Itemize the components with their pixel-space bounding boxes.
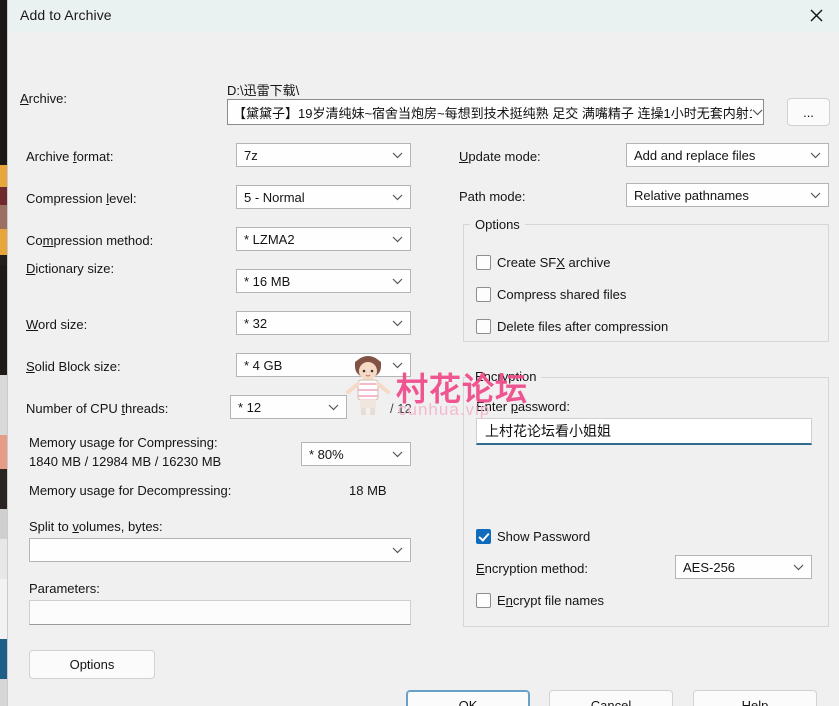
cpu-threads-label: Number of CPU threads: xyxy=(26,401,169,416)
parameters-input[interactable] xyxy=(29,600,411,625)
compress-shared-files-label: Compress shared files xyxy=(497,287,627,302)
compression-level-select[interactable]: 5 - Normal xyxy=(236,185,411,209)
dialog-body: Archive: D:\迅雷下载\ 【黛黛子】19岁清纯妹~宿舍当炮房~每想到技… xyxy=(8,32,839,706)
memory-compress-label: Memory usage for Compressing: xyxy=(29,435,218,450)
cancel-button[interactable]: Cancel xyxy=(549,690,673,706)
compression-level-label: Compression level: xyxy=(26,191,137,206)
memory-compress-value: 1840 MB / 12984 MB / 16230 MB xyxy=(29,454,222,469)
word-size-value: * 32 xyxy=(244,315,268,331)
memory-decompress-value: 18 MB xyxy=(349,483,387,498)
split-volumes-combo[interactable] xyxy=(29,538,411,562)
chevron-down-icon xyxy=(785,564,811,571)
ok-button-label: OK xyxy=(458,697,478,706)
path-mode-value: Relative pathnames xyxy=(634,187,749,203)
enter-password-label: Enter password: xyxy=(476,399,570,414)
checkbox-box xyxy=(476,287,491,302)
solid-block-size-select[interactable]: * 4 GB xyxy=(236,353,411,377)
show-password-label: Show Password xyxy=(497,529,591,544)
checkbox-box xyxy=(476,255,491,270)
encryption-group xyxy=(463,377,829,627)
window-title: Add to Archive xyxy=(20,7,112,23)
options-group-title: Options xyxy=(470,217,525,232)
chevron-down-icon xyxy=(384,320,410,327)
word-size-select[interactable]: * 32 xyxy=(236,311,411,335)
options-button[interactable]: Options xyxy=(29,650,155,679)
cpu-threads-select[interactable]: * 12 xyxy=(230,395,347,419)
checkbox-box xyxy=(476,319,491,334)
encryption-method-value: AES-256 xyxy=(683,559,736,575)
browse-button[interactable]: ... xyxy=(787,98,830,126)
archive-format-value: 7z xyxy=(244,147,258,163)
options-button-label: Options xyxy=(69,657,115,672)
help-button-label: Help xyxy=(741,697,769,706)
path-mode-label: Path mode: xyxy=(459,189,526,204)
memory-decompress-label: Memory usage for Decompressing: xyxy=(29,483,232,498)
checkbox-box xyxy=(476,593,491,608)
add-to-archive-dialog: Add to Archive Archive: D:\迅雷下载\ 【黛黛子】19… xyxy=(8,0,839,706)
archive-path-text: D:\迅雷下载\ xyxy=(227,83,300,98)
create-sfx-archive-label: Create SFX archive xyxy=(497,255,611,270)
create-sfx-archive-checkbox[interactable]: Create SFX archive xyxy=(476,255,610,270)
browse-label: ... xyxy=(803,104,814,120)
ok-button[interactable]: OK xyxy=(406,690,530,706)
word-size-label: Word size: xyxy=(26,317,88,332)
chevron-down-icon xyxy=(384,152,410,159)
encrypt-file-names-checkbox[interactable]: Encrypt file names xyxy=(476,593,604,608)
checkbox-box-checked xyxy=(476,529,491,544)
delete-files-after-compression-label: Delete files after compression xyxy=(497,319,669,334)
chevron-down-icon xyxy=(384,547,410,554)
password-value: 上村花论坛看小姐姐 xyxy=(485,423,611,439)
chevron-down-icon xyxy=(752,109,763,116)
show-password-checkbox[interactable]: Show Password xyxy=(476,529,590,544)
chevron-down-icon xyxy=(384,236,410,243)
memory-percent-value: * 80% xyxy=(309,446,344,462)
chevron-down-icon xyxy=(802,152,828,159)
encryption-method-select[interactable]: AES-256 xyxy=(675,555,812,579)
compression-method-label: Compression method: xyxy=(26,233,154,248)
archive-format-label: Archive format: xyxy=(26,149,114,164)
compression-method-value: * LZMA2 xyxy=(244,231,295,247)
update-mode-label: Update mode: xyxy=(459,149,541,164)
archive-label: Archive: xyxy=(20,91,67,106)
encryption-method-label: Encryption method: xyxy=(476,561,589,576)
compression-method-select[interactable]: * LZMA2 xyxy=(236,227,411,251)
password-input[interactable]: 上村花论坛看小姐姐 xyxy=(476,418,812,445)
chevron-down-icon xyxy=(384,278,410,285)
memory-percent-select[interactable]: * 80% xyxy=(301,442,411,466)
encrypt-file-names-label: Encrypt file names xyxy=(497,593,604,608)
update-mode-select[interactable]: Add and replace files xyxy=(626,143,829,167)
update-mode-value: Add and replace files xyxy=(634,147,756,163)
compression-level-value: 5 - Normal xyxy=(244,189,305,205)
chevron-down-icon xyxy=(384,362,410,369)
compress-shared-files-checkbox[interactable]: Compress shared files xyxy=(476,287,626,302)
archive-name-combo[interactable]: 【黛黛子】19岁清纯妹~宿舍当炮房~每想到技术挺纯熟 足交 满嘴精子 连操1小时… xyxy=(227,99,764,125)
cancel-button-label: Cancel xyxy=(590,697,632,706)
dictionary-size-label: Dictionary size: xyxy=(26,261,115,276)
dictionary-size-select[interactable]: * 16 MB xyxy=(236,269,411,293)
solid-block-size-value: * 4 GB xyxy=(244,357,283,373)
cpu-threads-value: * 12 xyxy=(238,399,262,415)
cpu-threads-max: / 12 xyxy=(390,401,412,416)
title-bar: Add to Archive xyxy=(8,0,839,32)
chevron-down-icon xyxy=(320,404,346,411)
archive-format-select[interactable]: 7z xyxy=(236,143,411,167)
chevron-down-icon xyxy=(384,451,410,458)
solid-block-size-label: Solid Block size: xyxy=(26,359,121,374)
chevron-down-icon xyxy=(802,192,828,199)
archive-name-value: 【黛黛子】19岁清纯妹~宿舍当炮房~每想到技术挺纯熟 足交 满嘴精子 连操1小时… xyxy=(233,105,752,121)
help-button[interactable]: Help xyxy=(693,690,817,706)
close-icon[interactable] xyxy=(793,0,839,31)
dictionary-size-value: * 16 MB xyxy=(244,273,291,289)
path-mode-select[interactable]: Relative pathnames xyxy=(626,183,829,207)
delete-files-after-compression-checkbox[interactable]: Delete files after compression xyxy=(476,319,668,334)
encryption-group-title: Encryption xyxy=(470,369,542,384)
parameters-label: Parameters: xyxy=(29,581,100,596)
chevron-down-icon xyxy=(384,194,410,201)
split-volumes-label: Split to volumes, bytes: xyxy=(29,519,163,534)
